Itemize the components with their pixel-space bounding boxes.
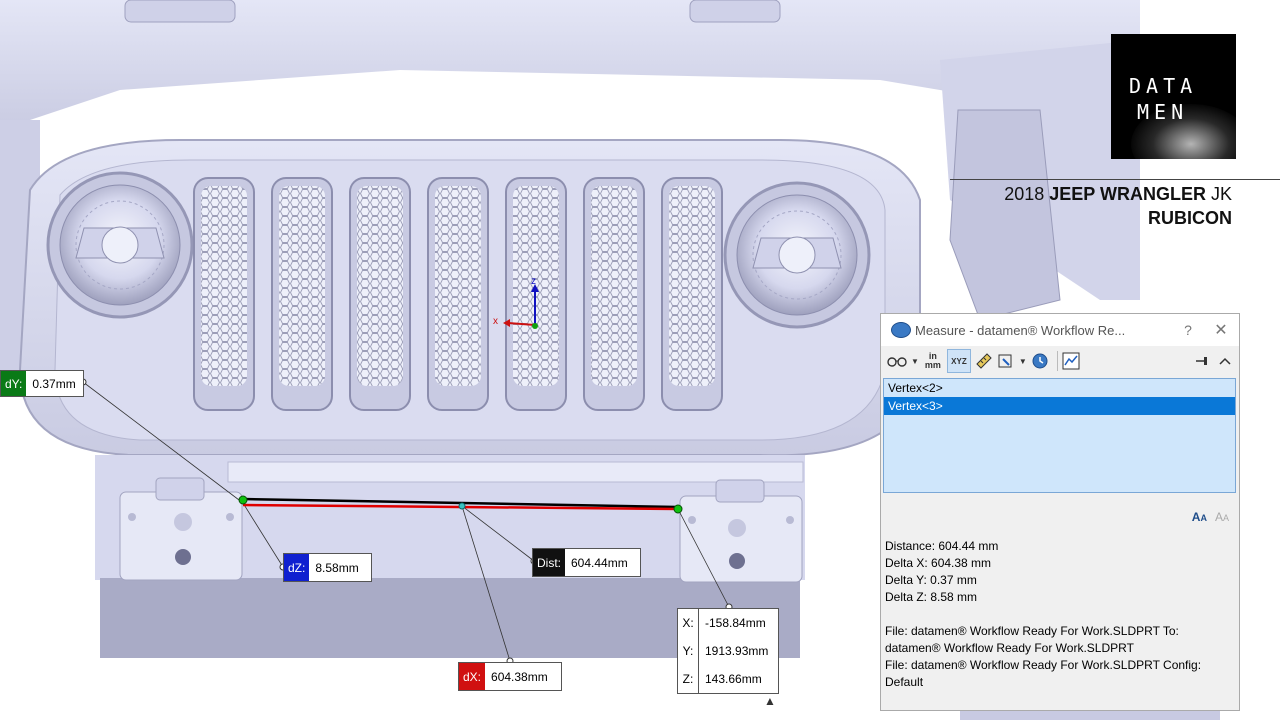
pin-icon[interactable] xyxy=(1195,350,1209,372)
result-delta-x: Delta X: 604.38 mm xyxy=(885,556,992,570)
logo-line-2: MEN xyxy=(1137,100,1189,124)
hood-vent-left xyxy=(124,0,236,23)
title-line-2: RUBICON xyxy=(1148,208,1232,228)
chevron-up-icon[interactable]: ▲ xyxy=(764,694,776,708)
logo-line-1: DATA xyxy=(1129,74,1198,98)
hood-vent-right xyxy=(689,0,781,23)
toolbar-separator xyxy=(1056,351,1058,371)
grille-slots xyxy=(193,177,723,411)
close-button[interactable]: ✕ xyxy=(1203,320,1239,340)
text-size-controls: AA AA xyxy=(1192,510,1229,524)
coord-row-y: Y: 1913.93mm xyxy=(678,637,778,665)
xyz-label: XYZ xyxy=(951,356,967,366)
left-headlamp xyxy=(46,171,194,319)
vertex-2-point[interactable] xyxy=(238,495,248,505)
measure-toolbar: ▼ in mm XYZ ▼ xyxy=(881,346,1239,376)
increase-text-size-icon[interactable]: AA xyxy=(1192,510,1207,524)
projection-icon[interactable] xyxy=(997,350,1015,372)
dropdown-arrow-icon[interactable]: ▼ xyxy=(911,350,919,372)
title-trim: JK xyxy=(1210,184,1232,204)
triad-z-label: z xyxy=(531,276,536,287)
history-icon[interactable] xyxy=(1031,350,1049,372)
coord-row-z: Z: 143.66mm xyxy=(678,665,778,693)
decrease-text-size-icon[interactable]: AA xyxy=(1215,510,1229,524)
result-delta-y: Delta Y: 0.37 mm xyxy=(885,573,977,587)
delta-z-tag: dZ: xyxy=(284,554,310,581)
glasses-icon[interactable] xyxy=(887,350,907,372)
distance-callout[interactable]: Dist: 604.44mm xyxy=(532,548,641,577)
vehicle-title: 2018 JEEP WRANGLER JK RUBICON xyxy=(1004,182,1232,230)
help-button[interactable]: ? xyxy=(1173,322,1203,338)
result-delta-z: Delta Z: 8.58 mm xyxy=(885,590,978,604)
delta-x-tag: dX: xyxy=(459,663,486,690)
title-divider xyxy=(950,179,1280,180)
measure-dialog[interactable]: Measure - datamen® Workflow Re... ? ✕ ▼ … xyxy=(880,313,1240,711)
file-info-line-4: Default xyxy=(885,675,924,689)
delta-y-callout[interactable]: dY: 0.37mm xyxy=(0,370,84,397)
coord-y-value: 1913.93mm xyxy=(705,644,769,658)
coord-x-label: X: xyxy=(678,609,699,637)
file-info-line-3: File: datamen® Workflow Ready For Work.S… xyxy=(885,658,1202,672)
delta-z-callout[interactable]: dZ: 8.58mm xyxy=(283,553,372,582)
file-info-line-1: File: datamen® Workflow Ready For Work.S… xyxy=(885,624,1179,638)
coord-z-value: 143.66mm xyxy=(705,672,762,686)
delta-y-tag: dY: xyxy=(1,371,27,396)
distance-tag: Dist: xyxy=(533,549,565,576)
coord-z-label: Z: xyxy=(678,665,699,693)
selection-item-vertex-2[interactable]: Vertex<2> xyxy=(884,379,1235,397)
delta-x-value: 604.38mm xyxy=(491,669,548,684)
triad-x-label: x xyxy=(493,316,498,327)
delta-z-value: 8.58mm xyxy=(315,560,359,575)
measure-titlebar[interactable]: Measure - datamen® Workflow Re... ? ✕ xyxy=(881,314,1239,346)
graph-icon[interactable] xyxy=(1062,350,1080,372)
title-make-model: JEEP WRANGLER xyxy=(1049,184,1206,204)
ruler-icon[interactable] xyxy=(975,350,993,372)
delta-x-callout[interactable]: dX: 604.38mm xyxy=(458,662,562,691)
left-tow-bracket xyxy=(119,477,243,581)
vertex-3-point[interactable] xyxy=(673,504,683,514)
dropdown-arrow-icon[interactable]: ▼ xyxy=(1019,350,1027,372)
xyz-coordinates-callout[interactable]: X: -158.84mm Y: 1913.93mm Z: 143.66mm xyxy=(677,608,779,694)
units-label: in mm xyxy=(924,351,941,370)
right-headlamp xyxy=(723,181,871,329)
delta-y-value: 0.37mm xyxy=(32,376,76,391)
selection-item-vertex-3[interactable]: Vertex<3> xyxy=(884,397,1235,415)
chevron-up-icon[interactable] xyxy=(1219,350,1231,372)
bumper-strip xyxy=(227,461,804,483)
coord-y-label: Y: xyxy=(678,637,699,665)
result-distance: Distance: 604.44 mm xyxy=(885,539,999,553)
midpoint-marker xyxy=(458,502,466,510)
coord-row-x: X: -158.84mm xyxy=(678,609,778,637)
units-button[interactable]: in mm xyxy=(923,350,943,372)
selection-list[interactable]: Vertex<2> Vertex<3> xyxy=(883,378,1236,493)
distance-value: 604.44mm xyxy=(571,555,628,570)
title-year: 2018 xyxy=(1004,184,1045,204)
file-info-line-2: datamen® Workflow Ready For Work.SLDPRT xyxy=(885,641,1134,655)
measure-app-icon xyxy=(891,322,911,338)
measure-results: Distance: 604.44 mm Delta X: 604.38 mm D… xyxy=(885,538,1201,691)
datamen-logo: DATA MEN xyxy=(1111,34,1236,159)
coord-x-value: -158.84mm xyxy=(705,616,766,630)
xyz-measure-button[interactable]: XYZ xyxy=(946,349,971,373)
measure-title: Measure - datamen® Workflow Re... xyxy=(915,322,1126,338)
